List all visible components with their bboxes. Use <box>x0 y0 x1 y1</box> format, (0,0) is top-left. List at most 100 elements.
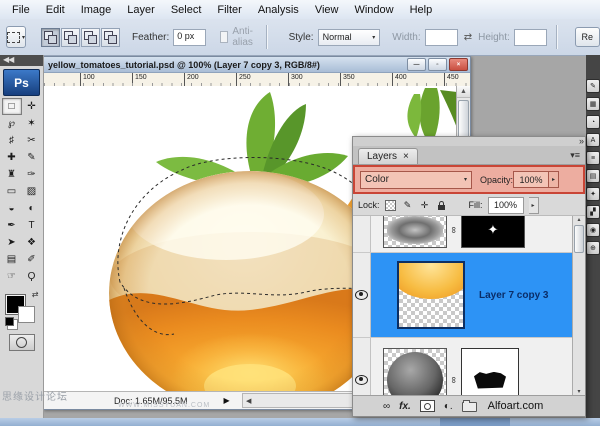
tool-preset-button[interactable]: ▾ <box>6 26 26 48</box>
layer-row-selected[interactable]: Layer 7 copy 3 <box>353 253 585 338</box>
document-title-bar[interactable]: yellow_tomatoes_tutorial.psd @ 100% (Lay… <box>44 57 470 73</box>
eyedropper-tool[interactable]: ✐ <box>22 251 42 268</box>
visibility-toggle[interactable] <box>353 253 371 337</box>
pen-tool[interactable]: ✒ <box>2 217 22 234</box>
dock-panel-button-5[interactable]: ≡ <box>586 151 600 165</box>
layers-scrollbar[interactable]: ▴ ▾ <box>572 216 585 396</box>
rectangular-marquee-tool[interactable]: □ <box>2 98 22 115</box>
link-mask-icon[interactable]: ∞ <box>447 375 461 385</box>
dock-panel-button-9[interactable]: ◉ <box>586 223 600 237</box>
toolbox-header[interactable]: ◀◀ <box>0 55 43 66</box>
anti-alias-checkbox[interactable]: Anti-alias <box>220 26 257 48</box>
blend-mode-select[interactable]: Color ▾ <box>360 171 472 189</box>
layer-row-top[interactable]: ∞ ✦ <box>353 215 585 253</box>
default-colors-icon[interactable] <box>5 317 14 326</box>
background-color-swatch[interactable] <box>18 306 35 323</box>
style-select[interactable]: Normal ▾ <box>318 29 381 46</box>
layer-style-button[interactable]: fx. <box>399 401 411 412</box>
lock-all-icon[interactable] <box>436 199 448 211</box>
link-mask-icon[interactable]: ∞ <box>447 225 461 235</box>
adjustment-layer-button[interactable]: ◐. <box>444 401 453 412</box>
dock-panel-button-6[interactable]: ▤ <box>586 169 600 183</box>
new-group-button[interactable] <box>462 402 477 412</box>
dock-panel-button-7[interactable]: ✦ <box>586 187 600 201</box>
menu-view[interactable]: View <box>307 2 347 18</box>
magic-wand-tool[interactable]: ✶ <box>22 115 42 132</box>
intersect-selection-button[interactable] <box>101 28 120 47</box>
scrollbar-thumb[interactable] <box>574 225 584 253</box>
opacity-spinner-icon[interactable]: ▸ <box>549 171 559 188</box>
maximize-button[interactable]: ▫ <box>428 58 447 71</box>
zoom-tool[interactable]: Ϙ <box>22 268 42 285</box>
scroll-up-icon[interactable]: ▴ <box>577 216 580 223</box>
healing-brush-tool[interactable]: ✚ <box>2 149 22 166</box>
scroll-down-icon[interactable]: ▾ <box>577 388 580 395</box>
menu-analysis[interactable]: Analysis <box>250 2 307 18</box>
collapse-to-icons-icon[interactable]: » <box>579 136 582 146</box>
slice-tool[interactable]: ✂ <box>22 132 42 149</box>
close-button[interactable]: × <box>449 58 468 71</box>
dock-panel-button-3[interactable]: ◔ <box>586 115 600 129</box>
layer-name[interactable]: Layer 7 copy 3 <box>479 290 548 301</box>
subtract-from-selection-button[interactable] <box>81 28 100 47</box>
menu-filter[interactable]: Filter <box>209 2 249 18</box>
menu-select[interactable]: Select <box>163 2 210 18</box>
visibility-toggle[interactable] <box>353 338 371 396</box>
swap-colors-icon[interactable]: ⇄ <box>32 290 39 299</box>
layer-thumbnail[interactable] <box>397 261 465 329</box>
dock-panel-button-2[interactable]: ▦ <box>586 97 600 111</box>
custom-shape-tool[interactable]: ❖ <box>22 234 42 251</box>
minimize-button[interactable]: — <box>407 58 426 71</box>
dodge-tool[interactable]: ◐ <box>22 200 42 217</box>
blur-tool[interactable]: ◒ <box>2 200 22 217</box>
layer-mask-thumbnail[interactable] <box>461 348 519 396</box>
status-flyout-button[interactable]: ▶ <box>224 396 230 405</box>
eraser-tool[interactable]: ▭ <box>2 183 22 200</box>
scroll-left-icon[interactable]: ◀ <box>243 397 255 405</box>
path-selection-tool[interactable]: ➤ <box>2 234 22 251</box>
lock-position-icon[interactable]: ✛ <box>419 199 431 211</box>
move-tool[interactable]: ✛ <box>22 98 42 115</box>
dock-panel-button-8[interactable]: ▞ <box>586 205 600 219</box>
tab-layers[interactable]: Layers × <box>358 148 418 164</box>
notes-tool[interactable]: ▤ <box>2 251 22 268</box>
lock-transparency-icon[interactable] <box>385 199 397 211</box>
dock-panel-button-1[interactable]: ✎ <box>586 79 600 93</box>
brush-tool[interactable]: ✎ <box>22 149 42 166</box>
crop-tool[interactable]: ♯ <box>2 132 22 149</box>
fill-spinner-icon[interactable]: ▸ <box>529 197 539 214</box>
add-to-selection-button[interactable] <box>61 28 80 47</box>
layer-thumbnail[interactable] <box>383 215 447 248</box>
menu-image[interactable]: Image <box>73 2 120 18</box>
dock-panel-button-10[interactable]: ⊕ <box>586 241 600 255</box>
menu-layer[interactable]: Layer <box>119 2 163 18</box>
quick-mask-button[interactable] <box>9 334 35 351</box>
fill-input[interactable]: 100% <box>488 197 524 214</box>
history-brush-tool[interactable]: ✑ <box>22 166 42 183</box>
opacity-input[interactable]: 100% <box>513 171 549 188</box>
width-input[interactable] <box>425 29 458 46</box>
lock-paint-icon[interactable]: ✎ <box>402 199 414 211</box>
menu-window[interactable]: Window <box>346 2 401 18</box>
clone-stamp-tool[interactable]: ♜ <box>2 166 22 183</box>
layer-row-bottom[interactable]: ∞ <box>353 338 585 396</box>
add-layer-mask-button[interactable] <box>420 400 435 412</box>
lasso-tool[interactable]: ℘ <box>2 115 22 132</box>
menu-edit[interactable]: Edit <box>38 2 73 18</box>
tab-close-icon[interactable]: × <box>403 151 409 162</box>
menu-file[interactable]: File <box>4 2 38 18</box>
scroll-up-icon[interactable]: ▲ <box>457 86 470 98</box>
link-layers-icon[interactable]: ∞ <box>383 401 390 412</box>
gradient-tool[interactable]: ▨ <box>22 183 42 200</box>
menu-help[interactable]: Help <box>402 2 441 18</box>
layer-mask-thumbnail[interactable]: ✦ <box>461 215 525 248</box>
layer-thumbnail[interactable] <box>383 348 447 396</box>
panel-menu-icon[interactable]: ▾≡ <box>570 150 580 161</box>
hand-tool[interactable]: ☞ <box>2 268 22 285</box>
new-selection-button[interactable] <box>41 28 60 47</box>
refine-edge-button[interactable]: Re <box>575 27 600 47</box>
height-input[interactable] <box>514 29 547 46</box>
dock-panel-button-4[interactable]: A <box>586 133 600 147</box>
type-tool[interactable]: T <box>22 217 42 234</box>
feather-input[interactable]: 0 px <box>173 29 206 46</box>
